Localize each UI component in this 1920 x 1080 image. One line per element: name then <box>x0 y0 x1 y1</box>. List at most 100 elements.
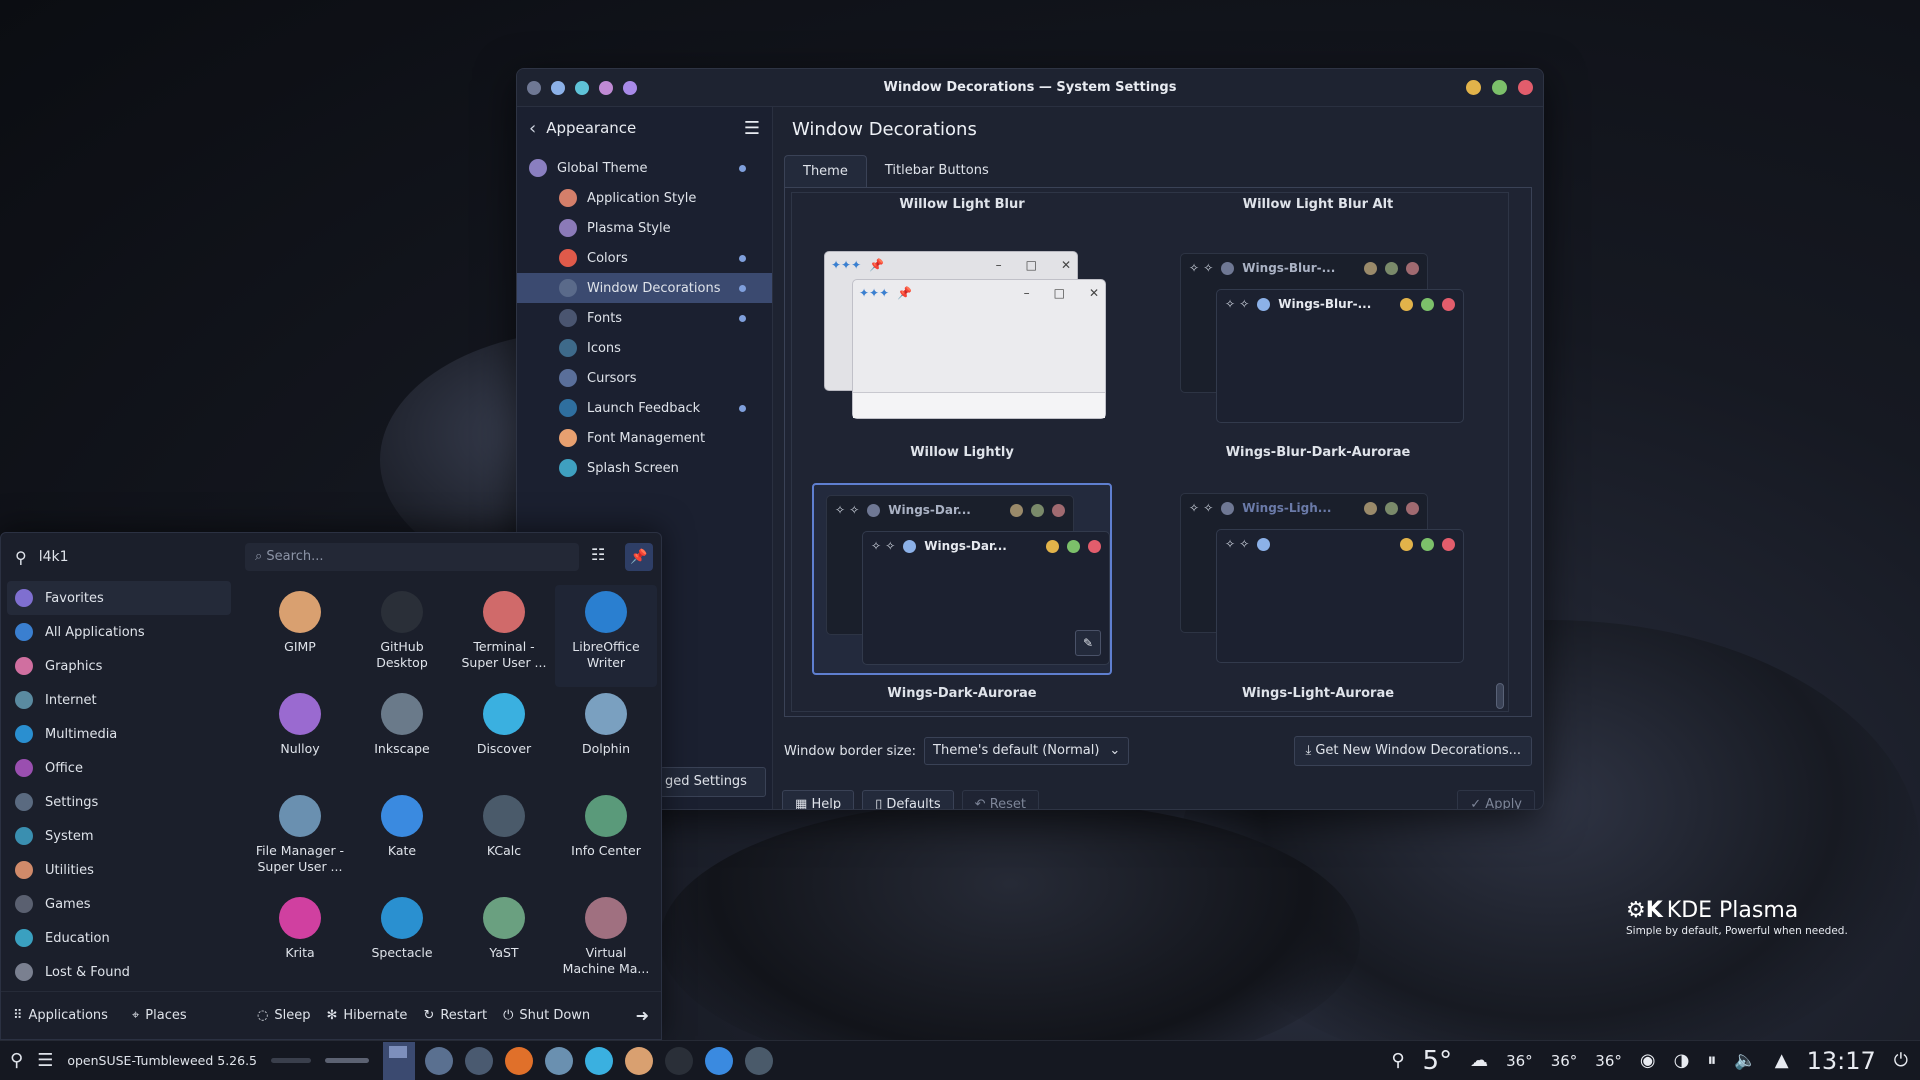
restart-button[interactable]: ↻ Restart <box>423 1008 487 1023</box>
filter-sliders-icon[interactable]: ☷ <box>591 545 605 564</box>
help-button[interactable]: ▦ Help <box>782 790 855 809</box>
tray-expand-icon[interactable]: ▲ <box>1775 1050 1789 1071</box>
category-item[interactable]: Settings <box>7 785 231 819</box>
theme-card-wings-light[interactable]: ✧ ✧ Wings-Ligh... ✧ ✧ <box>1168 483 1468 675</box>
sleep-button[interactable]: ◌ Sleep <box>257 1008 310 1023</box>
sidebar-item[interactable]: Font Management <box>517 423 772 453</box>
cloud-rain-icon[interactable]: ☁ <box>1470 1050 1488 1071</box>
taskbar-app-icon[interactable] <box>465 1046 494 1075</box>
category-item[interactable]: Utilities <box>7 853 231 887</box>
taskbar-app-icon[interactable] <box>625 1046 654 1075</box>
theme-card-wings-blur-dark[interactable]: ✧ ✧ Wings-Blur-... ✧ ✧ Wings-Blur-... <box>1168 243 1468 435</box>
hibernate-button[interactable]: ✻ Hibernate <box>326 1008 407 1023</box>
app-tile[interactable]: Nulloy <box>249 687 351 789</box>
sidebar-item[interactable]: Launch Feedback <box>517 393 772 423</box>
minimize-button[interactable] <box>1466 80 1481 95</box>
record-icon[interactable]: ◉ <box>1640 1050 1656 1071</box>
taskbar-app-icon[interactable] <box>545 1046 574 1075</box>
pin-icon[interactable]: 📌 <box>625 543 653 571</box>
titlebar-button[interactable] <box>551 80 565 95</box>
sidebar-item[interactable]: Icons <box>517 333 772 363</box>
places-tab[interactable]: ⌖ Places <box>132 1008 187 1023</box>
edit-pencil-icon[interactable]: ✎ <box>1075 630 1101 656</box>
applications-tab[interactable]: ⠿ Applications <box>13 1008 108 1023</box>
back-arrow-icon[interactable]: ‹ <box>529 118 536 139</box>
app-tile[interactable]: YaST <box>453 891 555 993</box>
sidebar-item[interactable]: Fonts <box>517 303 772 333</box>
theme-card-willow-lightly[interactable]: ✦✦✦ 📌 – □ ✕ ✦✦✦ 📌 – □ ✕ <box>812 243 1112 435</box>
virtual-desktop-pager[interactable] <box>383 1041 416 1080</box>
theme-card-wings-dark[interactable]: ✧ ✧ Wings-Dar... ✧ ✧ Wings-Dar... ✎ <box>812 483 1112 675</box>
hamburger-menu-icon[interactable]: ☰ <box>744 118 760 139</box>
category-item[interactable]: All Applications <box>7 615 231 649</box>
category-item[interactable]: Favorites <box>7 581 231 615</box>
window-menu-icon[interactable] <box>527 80 541 95</box>
app-tile[interactable]: GitHub Desktop <box>351 585 453 687</box>
launcher-button-icon[interactable]: ⚲ <box>10 1050 23 1071</box>
maximize-button[interactable] <box>1492 80 1507 95</box>
app-tile[interactable]: Terminal - Super User ... <box>453 585 555 687</box>
sidebar-item[interactable]: Plasma Style <box>517 213 772 243</box>
app-tile[interactable]: Virtual Machine Ma... <box>555 891 657 993</box>
shutdown-button[interactable]: ⏻ Shut Down <box>503 1008 590 1023</box>
category-item[interactable]: Office <box>7 751 231 785</box>
taskbar-app-icon[interactable] <box>505 1046 534 1075</box>
pause-icon[interactable]: ⏸ <box>1707 1050 1716 1071</box>
highlight-changed-settings-button[interactable]: ged Settings <box>660 767 766 797</box>
app-tile[interactable]: Spectacle <box>351 891 453 993</box>
app-tile[interactable]: Discover <box>453 687 555 789</box>
category-item[interactable]: System <box>7 819 231 853</box>
window-titlebar[interactable]: Window Decorations — System Settings <box>517 69 1543 107</box>
sidebar-item[interactable]: Colors <box>517 243 772 273</box>
titlebar-button[interactable] <box>623 80 637 95</box>
active-window-title[interactable]: openSUSE-Tumbleweed 5.26.5 <box>67 1053 257 1068</box>
night-light-icon[interactable]: ◑ <box>1674 1050 1690 1071</box>
taskbar-app-icon[interactable] <box>585 1046 614 1075</box>
border-size-select[interactable]: Theme's default (Normal) ⌄ <box>924 737 1130 765</box>
defaults-button[interactable]: ▯ Defaults <box>862 790 954 809</box>
app-tile[interactable]: Krita <box>249 891 351 993</box>
category-item[interactable]: Lost & Found <box>7 955 231 989</box>
opensuse-logo-icon[interactable]: ⚲ <box>1391 1050 1404 1071</box>
get-new-decorations-button[interactable]: ⤓ Get New Window Decorations... <box>1294 736 1532 766</box>
reset-button[interactable]: ↶ Reset <box>961 790 1040 809</box>
weather-temperature[interactable]: 5° <box>1423 1046 1453 1076</box>
app-tile[interactable]: Info Center <box>555 789 657 891</box>
close-button[interactable] <box>1518 80 1533 95</box>
category-item[interactable]: Graphics <box>7 649 231 683</box>
taskbar-app-icon[interactable] <box>705 1046 734 1075</box>
app-tile[interactable]: Dolphin <box>555 687 657 789</box>
taskbar-app-icon[interactable] <box>425 1046 454 1075</box>
sidebar-item[interactable]: Global Theme <box>517 153 772 183</box>
window-list-icon[interactable]: ☰ <box>37 1050 53 1071</box>
taskbar-app-icon[interactable] <box>665 1046 694 1075</box>
sidebar-item[interactable]: Application Style <box>517 183 772 213</box>
titlebar-button[interactable] <box>599 80 613 95</box>
app-tile[interactable]: Inkscape <box>351 687 453 789</box>
app-tile[interactable]: KCalc <box>453 789 555 891</box>
sidebar-item[interactable]: Splash Screen <box>517 453 772 483</box>
app-tile[interactable]: LibreOffice Writer <box>555 585 657 687</box>
app-tile[interactable]: GIMP <box>249 585 351 687</box>
theme-grid[interactable]: Willow Light Blur Willow Light Blur Alt … <box>791 192 1509 712</box>
app-tile[interactable]: Kate <box>351 789 453 891</box>
taskbar-app-icon[interactable] <box>745 1046 774 1075</box>
titlebar-button[interactable] <box>575 80 589 95</box>
category-item[interactable]: Internet <box>7 683 231 717</box>
sidebar-item[interactable]: Cursors <box>517 363 772 393</box>
power-icon[interactable]: ⏻ <box>1894 1050 1908 1071</box>
scrollbar-thumb[interactable] <box>1496 683 1504 709</box>
clock[interactable]: 13:17 <box>1807 1047 1876 1075</box>
tab-titlebar-buttons[interactable]: Titlebar Buttons <box>867 155 1007 187</box>
category-item[interactable]: Multimedia <box>7 717 231 751</box>
tab-theme[interactable]: Theme <box>784 155 867 187</box>
volume-icon[interactable]: 🔈 <box>1734 1050 1756 1071</box>
category-item[interactable]: Education <box>7 921 231 955</box>
leave-arrow-icon[interactable]: ➜ <box>636 1006 649 1025</box>
apply-button[interactable]: ✓ Apply <box>1457 790 1535 809</box>
category-item[interactable]: Games <box>7 887 231 921</box>
search-input[interactable]: ⌕ Search... <box>245 543 579 571</box>
user-profile[interactable]: ⚲ l4k1 <box>15 548 245 567</box>
app-tile[interactable]: File Manager - Super User ... <box>249 789 351 891</box>
sidebar-item[interactable]: Window Decorations <box>517 273 772 303</box>
